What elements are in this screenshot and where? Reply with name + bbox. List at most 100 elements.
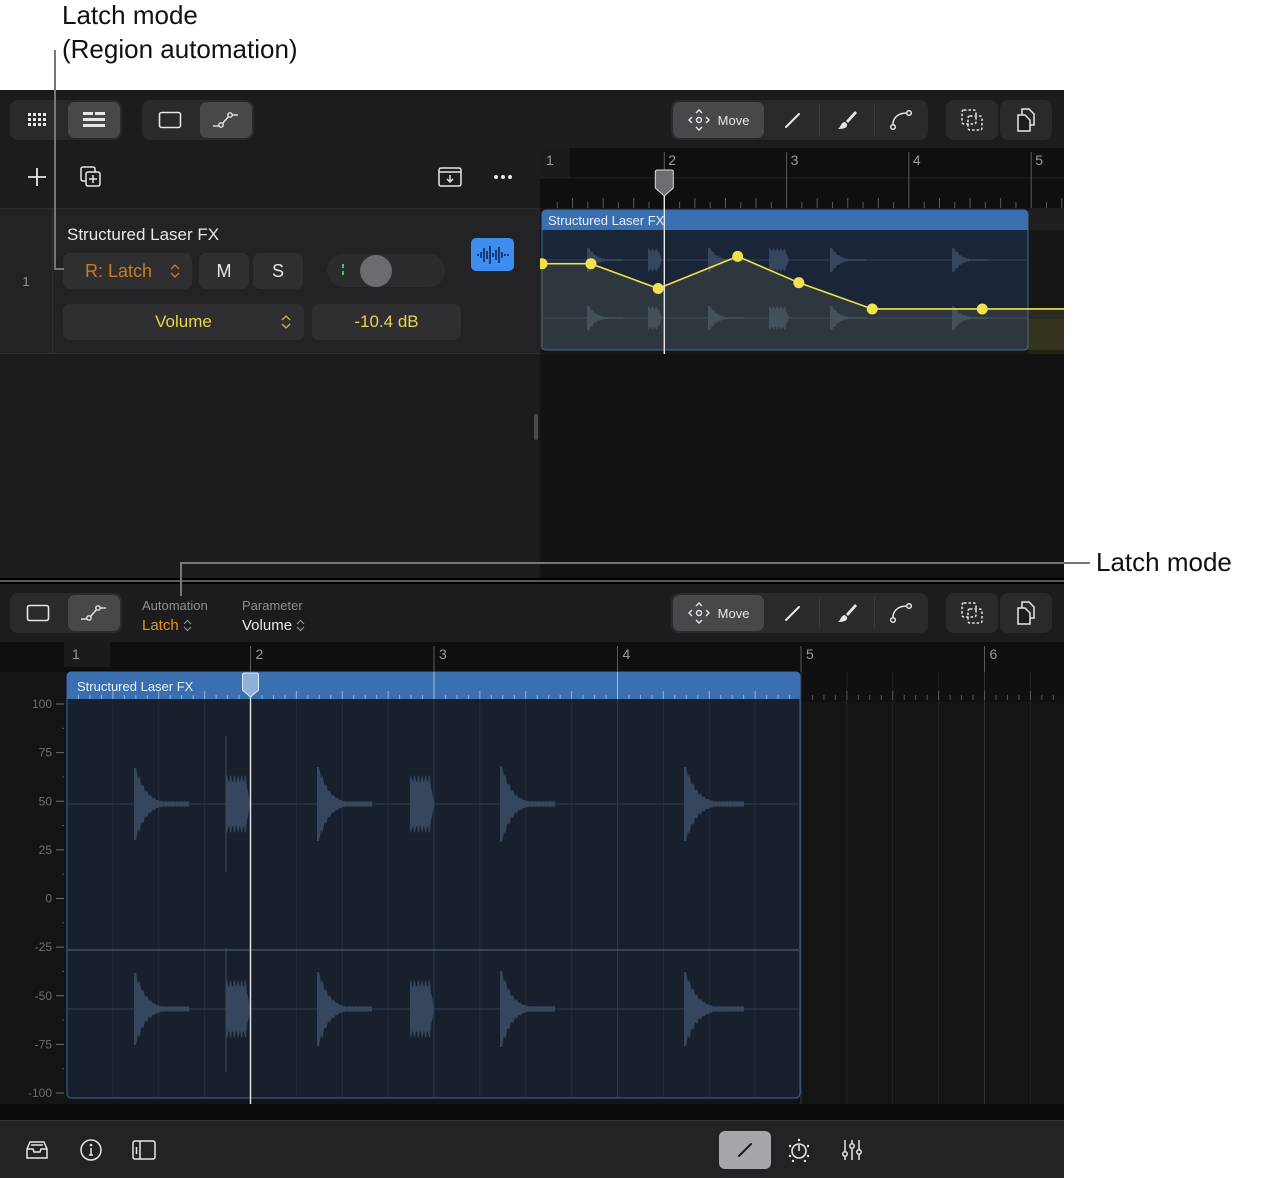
- automation-editor-canvas[interactable]: 1 2 3 4 5 6 100 75 50 25 0 -25 -50 -75 -100 Structured …: [0, 642, 1064, 1120]
- track-name[interactable]: Structured Laser FX: [67, 225, 219, 245]
- editor-pencil-tool-button[interactable]: [768, 595, 817, 631]
- callout-region-latch-line2: (Region automation): [62, 34, 298, 64]
- duplicate-track-button[interactable]: [78, 164, 104, 190]
- automation-point[interactable]: [585, 258, 597, 270]
- logic-pro-app: Move 1 Structured Laser FX R: Latch M S …: [0, 90, 1064, 1178]
- track-number: 1: [0, 209, 53, 353]
- library-panel-icon: [132, 1140, 156, 1160]
- ruler-bar-number: 4: [623, 646, 631, 662]
- editor-copy-button[interactable]: [1002, 595, 1050, 631]
- import-button[interactable]: [437, 164, 463, 190]
- volume-slider-knob[interactable]: [360, 255, 392, 287]
- editor-curve-tool-button[interactable]: [877, 595, 926, 631]
- parameter-value: Volume: [155, 312, 212, 331]
- ruler-bar-number: 6: [990, 646, 998, 662]
- callout-region-latch: Latch mode (Region automation): [62, 0, 298, 66]
- region-name: Structured Laser FX: [548, 213, 665, 228]
- track-header-area: 1 Structured Laser FX R: Latch M S Volum…: [0, 148, 540, 578]
- move-icon: [687, 109, 710, 131]
- tracks-view-button[interactable]: [68, 102, 120, 138]
- ruler-bar-number: 2: [256, 646, 264, 662]
- more-options-button[interactable]: [490, 164, 516, 190]
- brush-icon: [838, 111, 858, 129]
- panel-resize-handle[interactable]: [534, 414, 538, 440]
- automation-point[interactable]: [793, 277, 805, 289]
- tracks-timeline-canvas: 1 2 3 4 5 Structured Laser FX: [540, 148, 1064, 578]
- automation-parameter-select[interactable]: Volume: [63, 304, 304, 340]
- tool-separator: [819, 104, 821, 136]
- track-automation-mode-select[interactable]: R: Latch: [63, 253, 192, 289]
- region-mode-button[interactable]: [144, 102, 196, 138]
- move-tool-button[interactable]: Move: [673, 102, 765, 138]
- tracks-list-icon: [83, 112, 105, 127]
- plus-icon: [28, 168, 46, 186]
- smart-controls-button[interactable]: [786, 1137, 812, 1163]
- editor-toolbar: Automation Latch Parameter Volume Move: [0, 584, 1064, 642]
- inspector-button[interactable]: [78, 1137, 104, 1163]
- automation-point[interactable]: [732, 250, 744, 262]
- automation-point[interactable]: [976, 303, 988, 315]
- editor-bottom-edge: [0, 1104, 1064, 1120]
- marquee-select-button[interactable]: [948, 102, 996, 138]
- copy-icon: [1017, 108, 1035, 132]
- editor-brush-tool-button[interactable]: [822, 595, 871, 631]
- track-row[interactable]: 1 Structured Laser FX R: Latch M S Volum…: [0, 208, 540, 354]
- curve-icon: [890, 109, 913, 131]
- browser-button[interactable]: [24, 1137, 50, 1163]
- parameter-select[interactable]: Volume: [242, 617, 305, 634]
- pane-divider-handle[interactable]: [0, 580, 1064, 582]
- grid-icon: [28, 113, 46, 126]
- curve-tool-button[interactable]: [877, 102, 926, 138]
- y-axis-tick-label: 25: [39, 843, 53, 857]
- automation-curve-icon: [213, 112, 238, 128]
- marquee-select-icon: [961, 109, 983, 131]
- y-axis-tick-label: 75: [39, 746, 53, 760]
- automation-mode-select[interactable]: Latch: [142, 617, 192, 634]
- tracks-timeline[interactable]: 1 2 3 4 5 Structured Laser FX: [540, 148, 1064, 578]
- lane-header-extension: [1028, 208, 1064, 230]
- waveform-burst: [226, 979, 250, 1039]
- pencil-tool-button[interactable]: [768, 102, 817, 138]
- automation-label: Automation: [142, 598, 208, 613]
- editor-automation-mode-button[interactable]: [68, 595, 120, 631]
- move-icon: [687, 602, 710, 624]
- automation-point[interactable]: [652, 283, 664, 295]
- callout-leader-line: [54, 50, 56, 270]
- library-button[interactable]: [131, 1137, 157, 1163]
- waveform-burst: [410, 774, 434, 834]
- duplicate-track-icon: [80, 166, 101, 187]
- copy-button[interactable]: [1002, 102, 1050, 138]
- automation-point[interactable]: [866, 303, 878, 315]
- tool-separator: [819, 597, 821, 629]
- region-automation-button[interactable]: [471, 238, 514, 271]
- brush-tool-button[interactable]: [822, 102, 871, 138]
- automation-value-field[interactable]: -10.4 dB: [312, 304, 461, 340]
- editor-region-mode-button[interactable]: [12, 595, 64, 631]
- ruler-bar-number: 3: [791, 152, 799, 168]
- callout-leader-line: [180, 562, 182, 596]
- editor-marquee-select-button[interactable]: [948, 595, 996, 631]
- ruler-start-marker: [64, 642, 110, 667]
- track-actions-bar: [0, 148, 540, 208]
- automation-mode-button[interactable]: [200, 102, 252, 138]
- parameter-value: Volume: [242, 617, 293, 634]
- add-track-button[interactable]: [24, 164, 50, 190]
- callout-latch-mode: Latch mode: [1096, 547, 1232, 577]
- editor-toggle-button[interactable]: [719, 1131, 771, 1169]
- editor-copy-group: [1000, 593, 1052, 633]
- grid-view-button[interactable]: [12, 102, 64, 138]
- volume-slider[interactable]: [327, 254, 445, 287]
- ruler-bar-number: 1: [72, 646, 80, 662]
- inbox-icon: [26, 1141, 48, 1159]
- brush-icon: [838, 604, 858, 622]
- mixer-button[interactable]: [839, 1137, 865, 1163]
- mute-button[interactable]: M: [199, 253, 249, 289]
- tool-picker: Move: [671, 100, 928, 140]
- editor-ruler: [0, 642, 1064, 672]
- region-rectangle-icon: [158, 111, 182, 129]
- ruler-bar-number: 4: [913, 152, 921, 168]
- control-bar: [0, 1120, 1064, 1178]
- editor-mode-switcher: [10, 593, 122, 633]
- editor-move-tool-button[interactable]: Move: [673, 595, 765, 631]
- solo-button[interactable]: S: [253, 253, 303, 289]
